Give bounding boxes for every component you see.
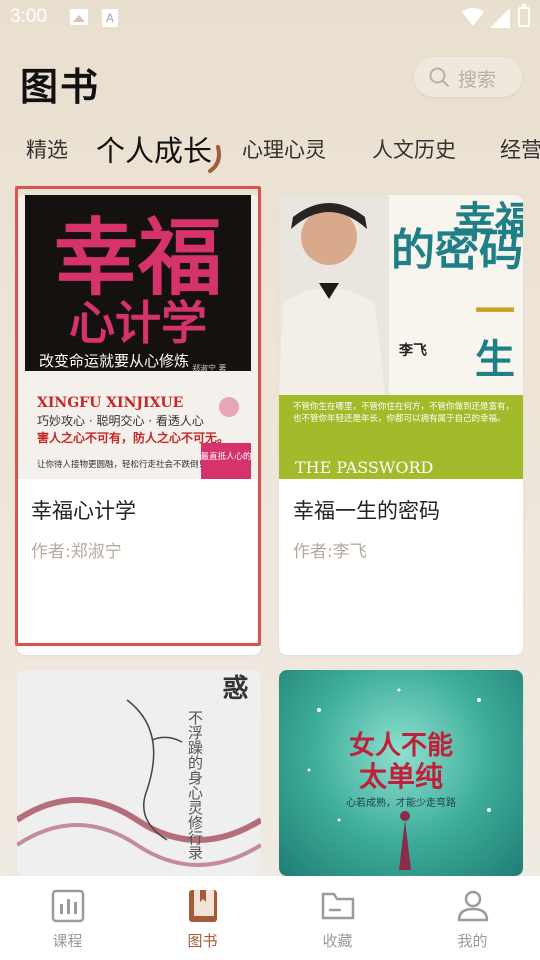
course-icon [51, 889, 85, 923]
tab-humanities-history[interactable]: 人文历史 [372, 134, 456, 164]
tab-psychology[interactable]: 心理心灵 [242, 134, 326, 164]
cover-big3: 生 [475, 336, 515, 383]
book-title: 幸福一生的密码 [293, 499, 440, 523]
category-tabs: 精选 个人成长 心理心灵 人文历史 经营 [0, 120, 540, 174]
signal-icon [490, 8, 510, 28]
cover-sub: 心若成熟，才能少走弯路 [346, 796, 456, 809]
book-card[interactable]: 幸福 心计学 改变命运就要从心修炼 郑淑宁 著 XINGFU XINJIXUE … [17, 195, 261, 655]
book-card[interactable]: 淡定的人生不困惑 不浮躁的身心灵修行录 [17, 670, 261, 876]
cover-title-vertical: 淡定的人生不困惑 [218, 674, 248, 700]
cover-line1: 巧妙攻心 · 聪明交心 · 看透人心 [37, 413, 204, 428]
active-tab-indicator [208, 145, 221, 173]
nav-profile[interactable]: 我的 [405, 876, 540, 960]
search-icon [429, 67, 449, 87]
folder-icon [321, 892, 355, 920]
nav-books[interactable]: 图书 [135, 876, 270, 960]
cover-badge: 最直抵人心的 [200, 451, 251, 462]
tab-personal-growth[interactable]: 个人成长 [96, 128, 212, 170]
nav-favorites[interactable]: 收藏 [270, 876, 405, 960]
cover-art-xingfu: 幸福 心计学 改变命运就要从心修炼 郑淑宁 著 XINGFU XINJIXUE … [25, 195, 252, 479]
search-placeholder: 搜索 [458, 69, 497, 91]
cover-main-text: 幸福 [54, 208, 222, 307]
battery-icon [518, 4, 530, 27]
cover-author: 郑淑宁 著 [192, 363, 227, 373]
status-bar: 3:00 A [0, 0, 540, 36]
cover-tagline: 改变命运就要从心修炼 [39, 352, 189, 370]
profile-icon [457, 890, 489, 922]
image-notification-icon [70, 9, 88, 25]
cover-art-password: 的密码 幸福 一 生 李飞 不管你生在哪里，不管你住在何方，不管你做到还是富有，… [279, 195, 523, 479]
font-notification-icon: A [102, 9, 118, 27]
book-card[interactable]: 的密码 幸福 一 生 李飞 不管你生在哪里，不管你住在何方，不管你做到还是富有，… [279, 195, 523, 655]
book-cover: 淡定的人生不困惑 不浮躁的身心灵修行录 [17, 670, 261, 876]
tab-featured[interactable]: 精选 [26, 134, 68, 164]
nav-label: 课程 [52, 932, 83, 950]
status-time: 3:00 [10, 6, 47, 27]
cover-text1: 女人不能 [349, 730, 453, 761]
cover-english: THE PASSWORD [295, 458, 433, 477]
book-author: 作者:李飞 [293, 542, 367, 562]
search-input[interactable]: 搜索 [414, 57, 522, 97]
nav-label: 我的 [457, 932, 488, 950]
page-title: 图书 [20, 64, 101, 109]
nav-courses[interactable]: 课程 [0, 876, 135, 960]
cover-line2: 害人之心不可有，防人之心不可无。 [37, 430, 229, 445]
cover-big1: 幸福 [455, 198, 523, 245]
cover-green-text: 不管你生在哪里，不管你住在何方，不管你做到还是富有，也不管你年轻还是年长，你都可… [293, 402, 515, 424]
cover-author: 李飞 [398, 342, 427, 359]
book-cover: 女人不能 太单纯 心若成熟，才能少走弯路 [279, 670, 523, 876]
cover-pinyin: XINGFU XINJIXUE [37, 395, 183, 411]
book-card[interactable]: 女人不能 太单纯 心若成熟，才能少走弯路 [279, 670, 523, 876]
cover-art-calm: 淡定的人生不困惑 不浮躁的身心灵修行录 [17, 674, 261, 867]
cover-subtitle-vertical: 不浮躁的身心灵修行录 [186, 710, 204, 860]
book-icon [189, 890, 217, 922]
nav-label: 收藏 [322, 932, 353, 950]
book-cover: 幸福 心计学 改变命运就要从心修炼 郑淑宁 著 XINGFU XINJIXUE … [17, 195, 261, 479]
cover-line3: 让你待人接物更圆融，轻松行走社会不跌倒！ [37, 459, 207, 470]
cover-art-woman: 女人不能 太单纯 心若成熟，才能少走弯路 [307, 688, 491, 870]
nav-label: 图书 [187, 932, 218, 950]
bottom-navigation: 课程 图书 收藏 我的 [0, 876, 540, 960]
book-cover: 的密码 幸福 一 生 李飞 不管你生在哪里，不管你住在何方，不管你做到还是富有，… [279, 195, 523, 479]
tab-business[interactable]: 经营 [500, 134, 540, 164]
book-author: 作者:郑淑宁 [31, 542, 122, 562]
cover-big2: 一 [475, 288, 515, 335]
cover-text2: 太单纯 [359, 760, 443, 793]
cover-sub-text: 心计学 [69, 296, 207, 350]
wifi-icon [462, 8, 484, 26]
book-title: 幸福心计学 [31, 499, 136, 523]
